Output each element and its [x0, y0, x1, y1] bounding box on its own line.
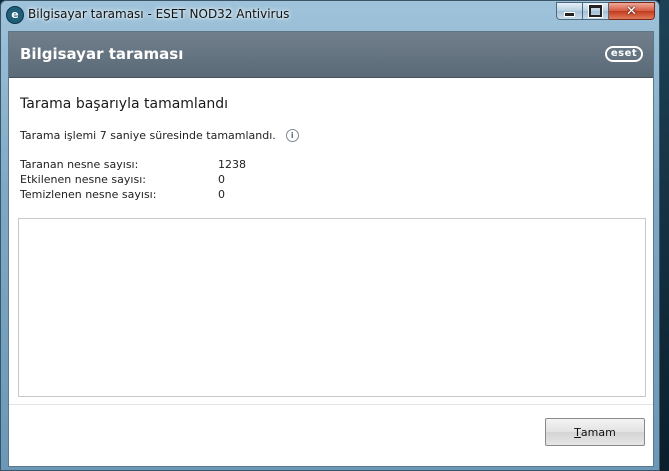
result-heading: Tarama başarıyla tamamlandı [20, 96, 229, 112]
app-icon[interactable]: e [6, 6, 24, 24]
info-icon[interactable]: i [285, 129, 299, 142]
stat-label: Etkilenen nesne sayısı: [20, 173, 146, 186]
ok-label: amam [580, 425, 616, 439]
scan-window: e Bilgisayar taraması - ESET NOD32 Antiv… [0, 0, 660, 471]
scan-summary: Tarama işlemi 7 saniye süresinde tamamla… [20, 129, 299, 142]
maximize-button[interactable] [583, 2, 609, 20]
ok-mnemonic: T [574, 425, 581, 439]
ok-button[interactable]: Tamam [545, 418, 645, 446]
summary-text: Tarama işlemi 7 saniye süresinde tamamla… [20, 129, 276, 142]
scan-log-area[interactable] [18, 218, 646, 397]
close-icon: ✕ [626, 3, 637, 19]
footer-divider [9, 404, 653, 405]
close-button[interactable]: ✕ [609, 2, 655, 20]
minimize-icon [564, 12, 575, 17]
dialog-client-area: Bilgisayar taraması eset Tarama başarıyl… [8, 31, 654, 467]
stat-label: Temizlenen nesne sayısı: [20, 188, 157, 201]
eset-logo: eset [605, 46, 643, 62]
header-title: Bilgisayar taraması [20, 45, 184, 63]
stat-value: 1238 [218, 158, 246, 171]
minimize-button[interactable] [556, 2, 583, 20]
title-bar[interactable]: e Bilgisayar taraması - ESET NOD32 Antiv… [1, 1, 659, 29]
window-title: Bilgisayar taraması - ESET NOD32 Antivir… [28, 7, 290, 21]
maximize-icon [589, 5, 602, 17]
stat-label: Taranan nesne sayısı: [20, 158, 139, 171]
stat-value: 0 [218, 188, 225, 201]
stat-value: 0 [218, 173, 225, 186]
desktop-background [660, 0, 669, 471]
window-controls: ✕ [556, 2, 655, 21]
dialog-header: Bilgisayar taraması eset [9, 32, 653, 78]
